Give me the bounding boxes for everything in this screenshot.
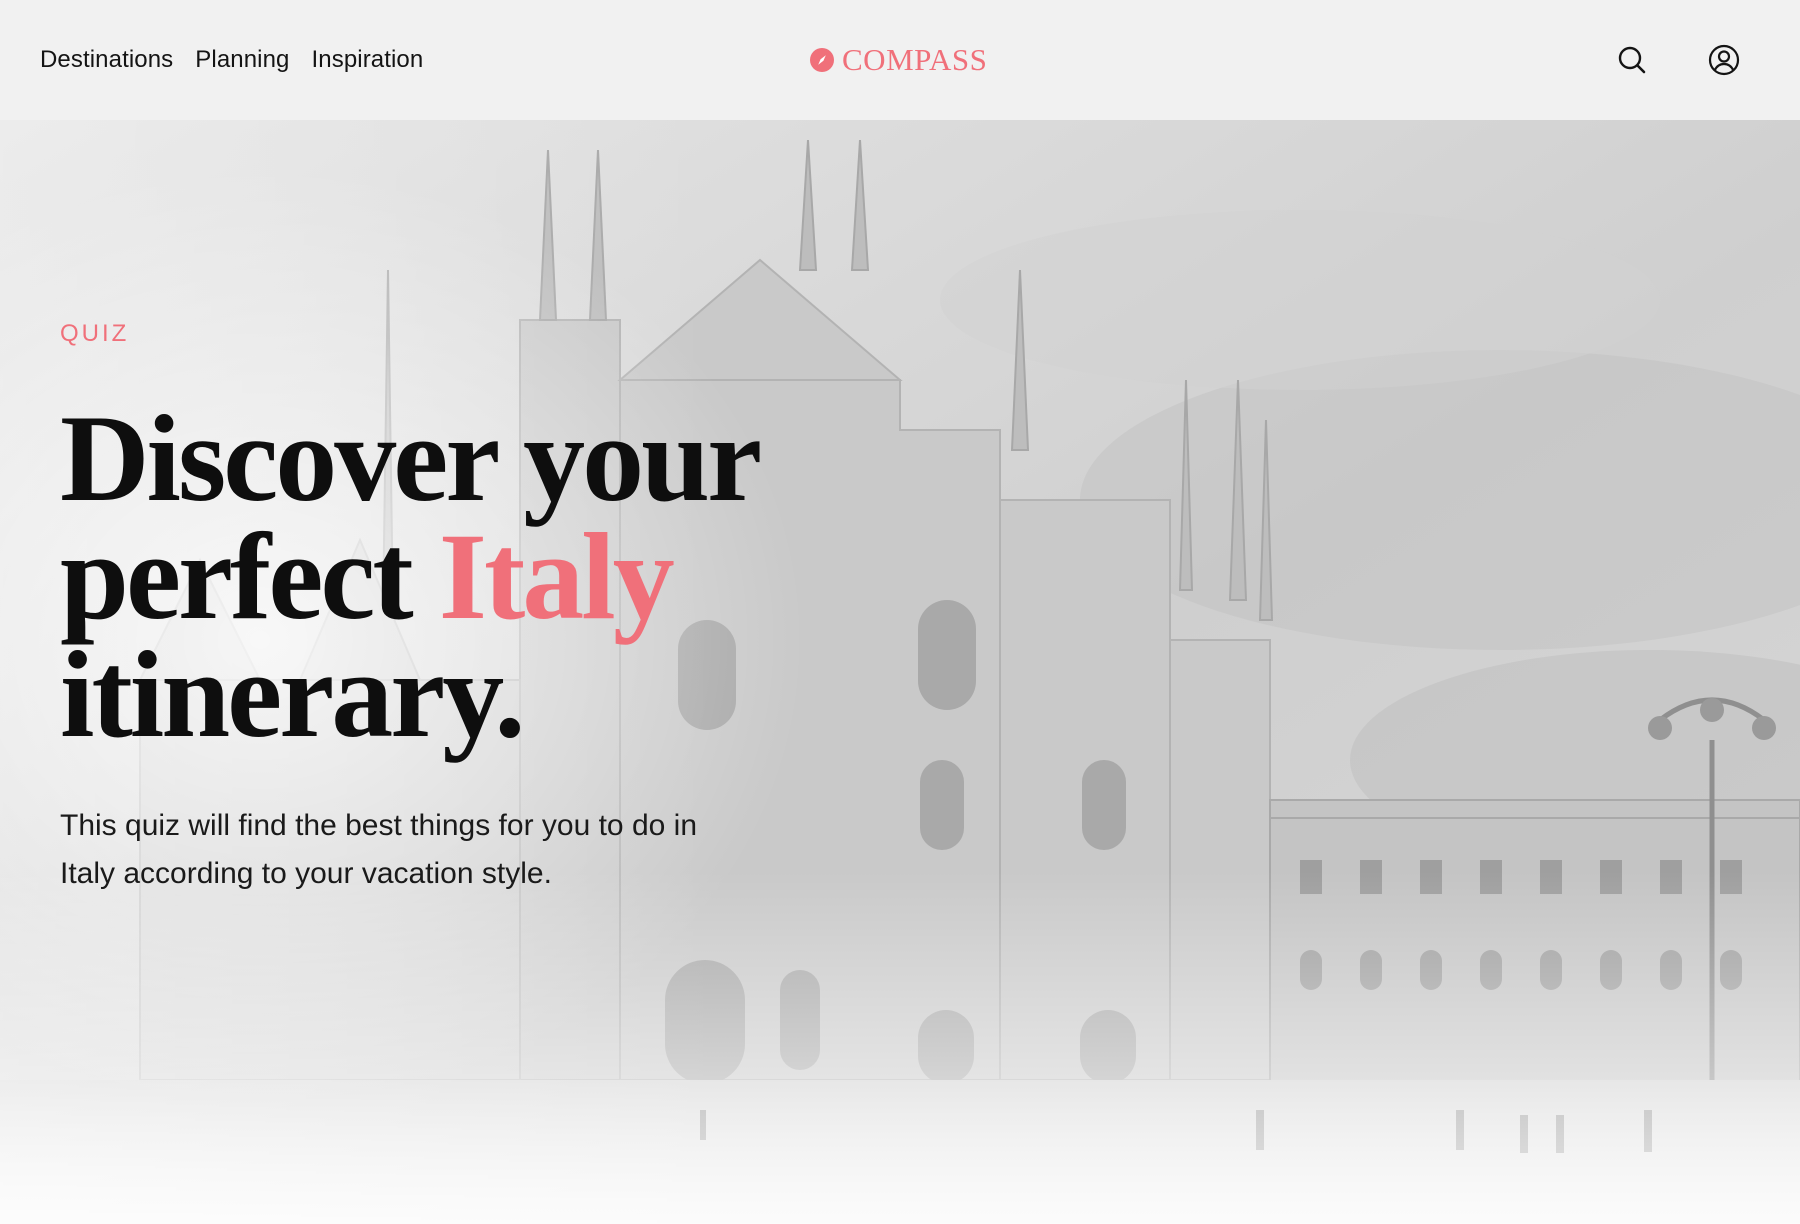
headline-accent-italy: Italy	[438, 508, 675, 645]
headline-line-3: itinerary.	[60, 626, 525, 763]
account-button[interactable]	[1706, 42, 1742, 78]
headline-line-1: Discover your	[60, 390, 762, 527]
hero-description: This quiz will find the best things for …	[60, 809, 698, 890]
compass-icon	[810, 48, 834, 72]
hero-headline: Discover your perfect Italy itinerary.	[60, 397, 762, 757]
hero-section: QUIZ Discover your perfect Italy itinera…	[0, 120, 1800, 1224]
user-circle-icon	[1708, 44, 1740, 76]
site-logo[interactable]: COMPASS	[810, 42, 988, 77]
nav-planning[interactable]: Planning	[195, 46, 289, 74]
nav-inspiration[interactable]: Inspiration	[312, 46, 424, 74]
headline-line-2-before: perfect	[60, 508, 439, 645]
search-button[interactable]	[1614, 42, 1650, 78]
quiz-eyebrow: QUIZ	[60, 320, 130, 347]
nav-destinations[interactable]: Destinations	[40, 46, 173, 74]
site-header: Destinations Planning Inspiration COMPAS…	[0, 0, 1800, 120]
main-nav: Destinations Planning Inspiration	[40, 0, 445, 120]
search-icon	[1618, 46, 1646, 74]
logo-text: COMPASS	[842, 42, 988, 77]
